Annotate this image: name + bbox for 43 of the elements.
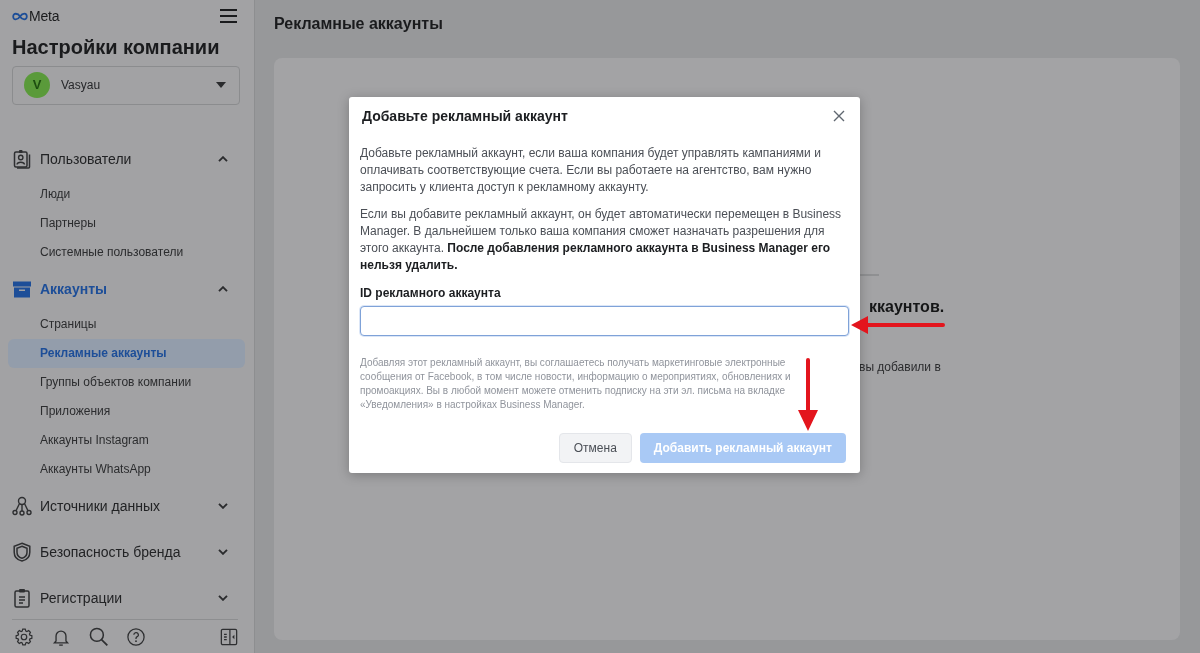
dialog-description: Добавьте рекламный аккаунт, если ваша компания будет управлять кампаниями и оплачивать соответствующие счета. Если вы работаете на агентство, вам нужно запросить у клиента доступ к рекламному аккаунту.	[360, 145, 822, 196]
account-avatar: V	[24, 72, 50, 99]
shield-icon	[12, 541, 32, 562]
nav-item[interactable]: Группы объектов компании	[8, 367, 245, 397]
nav-section[interactable]: Аккаунты	[0, 267, 254, 310]
account-dropdown[interactable]: V Vasyau	[12, 66, 240, 105]
empty-state-heading: ккаунтов.	[869, 298, 946, 316]
field-label: ID рекламного аккаунта	[360, 284, 502, 301]
account-name: Vasyau	[61, 78, 101, 93]
nav-section[interactable]: Пользователи	[0, 137, 254, 180]
network-icon	[12, 495, 32, 516]
consent-text: Добавляя этот рекламный аккаунт, вы соглашаетесь получать маркетинговые электронные сообщения от Facebook, в том числе новости, информацию о мероприятиях, обновлениях и промоакциях. Вы в любой момент можете отменить подписку на эти эл. письма на вкладке «Уведомления» в настройках Business Manager.	[360, 355, 792, 412]
close-icon[interactable]	[833, 110, 845, 122]
nav-item[interactable]: Рекламные аккаунты	[8, 338, 245, 368]
cancel-button[interactable]: Отмена	[558, 432, 632, 463]
settings-icon[interactable]	[15, 627, 33, 646]
side-panel-icon[interactable]	[220, 627, 238, 646]
nav-item[interactable]: Аккаунты Instagram	[8, 425, 245, 455]
id-card-icon	[12, 148, 32, 169]
logo-text: Meta	[29, 8, 60, 24]
dialog-description: Если вы добавите рекламный аккаунт, он будет автоматически перемещен в Business Manager. В дальнейшем только ваша компания сможет назначать разрешения для этого аккаунта. После добавления рекламного аккаунта в Business Manager его нельзя удалить.	[360, 206, 843, 274]
menu-icon[interactable]	[220, 9, 237, 23]
down-arrow-icon	[798, 358, 818, 431]
page-title: Рекламные аккаунты	[274, 15, 443, 33]
help-icon[interactable]	[127, 627, 145, 646]
empty-state-text: вы добавили в	[859, 359, 942, 375]
dialog-title: Добавьте рекламный аккаунт	[362, 108, 568, 124]
clipboard-icon	[12, 587, 32, 608]
logo-icon	[12, 11, 28, 21]
nav-section[interactable]: Источники данных	[0, 484, 254, 527]
nav-item[interactable]: Системные пользователи	[8, 237, 245, 267]
nav-section[interactable]: Регистрации	[0, 576, 254, 619]
nav-section[interactable]: Безопасность бренда	[0, 530, 254, 573]
nav-item[interactable]: Страницы	[8, 309, 245, 339]
nav-item[interactable]: Приложения	[8, 396, 245, 426]
nav-item[interactable]: Люди	[8, 179, 245, 209]
nav-item[interactable]: Партнеры	[8, 208, 245, 238]
left-arrow-icon	[851, 316, 945, 334]
nav-item[interactable]: Аккаунты WhatsApp	[8, 454, 245, 484]
search-icon[interactable]	[89, 627, 108, 646]
caret-icon	[216, 82, 226, 89]
sidebar-title: Настройки компании	[12, 35, 221, 60]
account-id-input[interactable]	[360, 305, 849, 336]
